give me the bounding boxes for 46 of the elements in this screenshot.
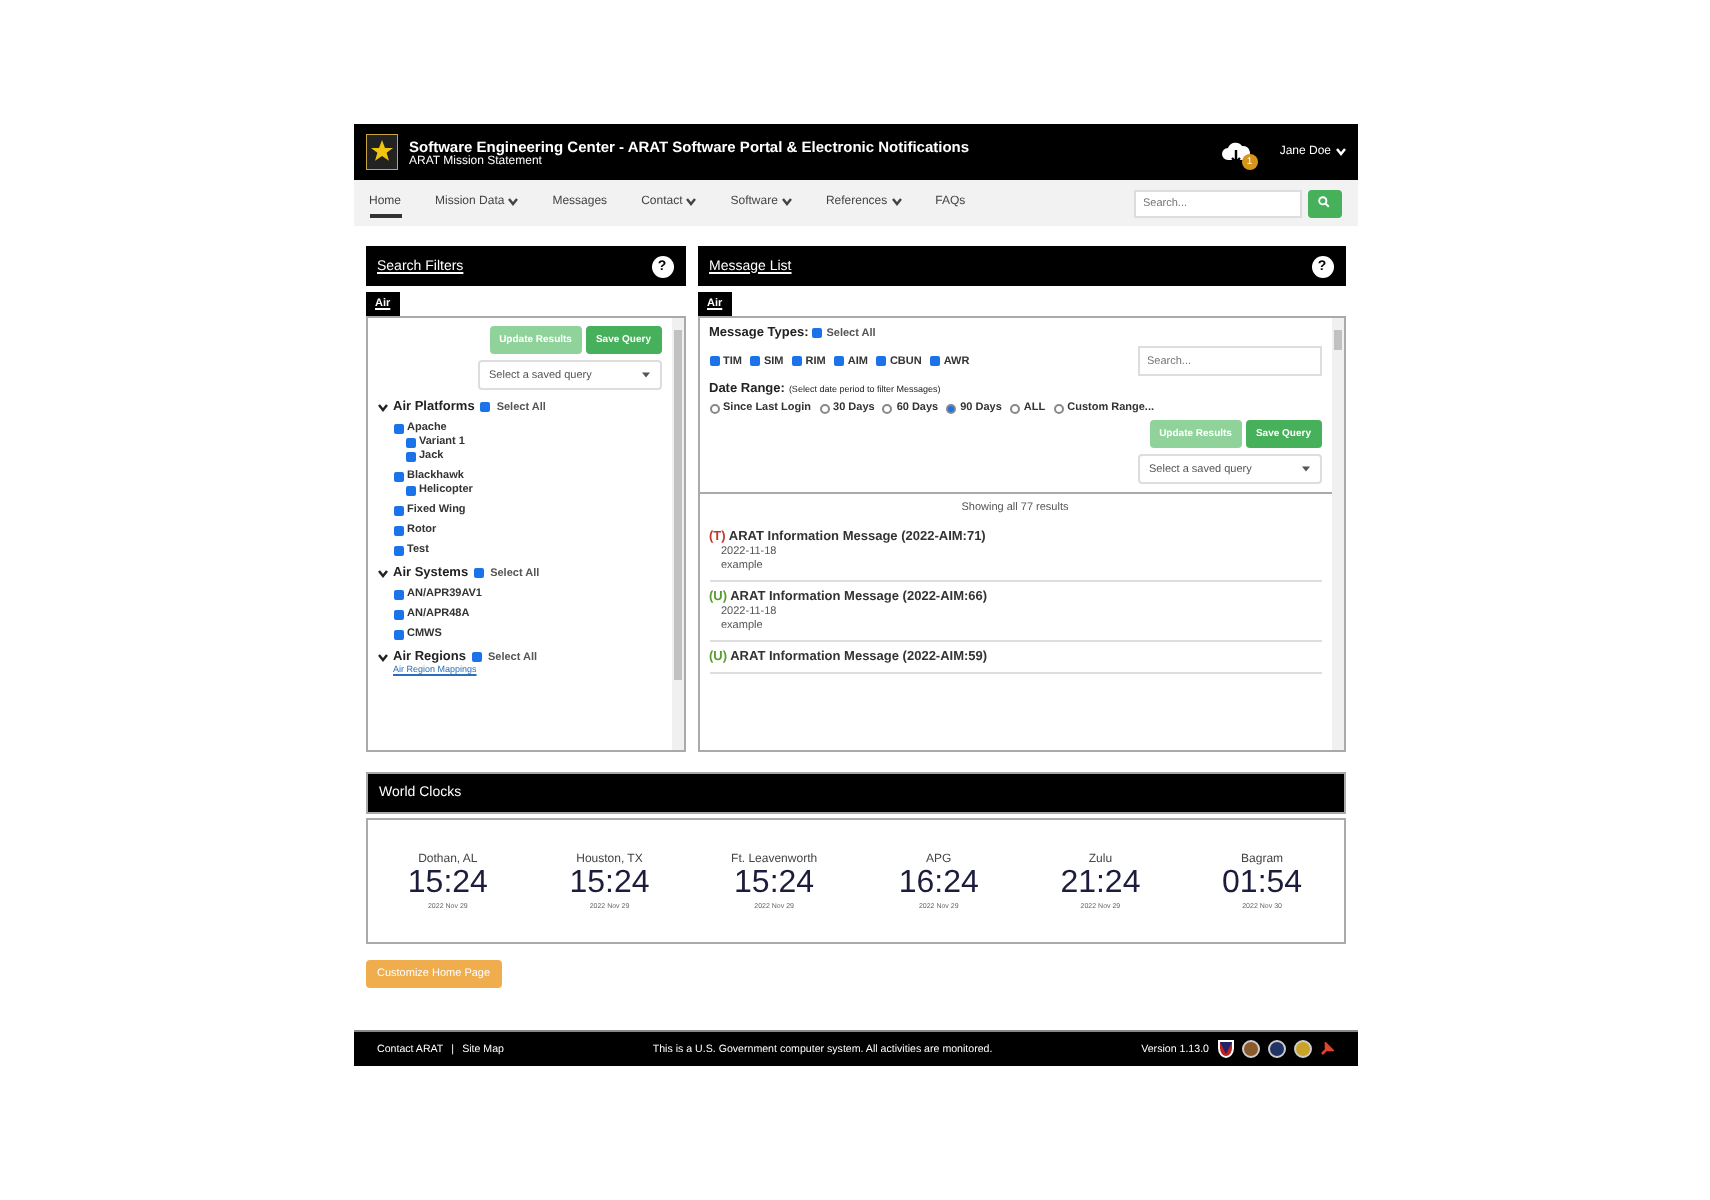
checkbox[interactable]: [480, 402, 491, 412]
radio-button[interactable]: [882, 403, 893, 413]
checkbox[interactable]: [709, 356, 719, 366]
caret-icon: [377, 653, 387, 661]
checkbox[interactable]: [405, 437, 415, 447]
radio-button[interactable]: [819, 403, 830, 413]
checkbox[interactable]: [875, 356, 886, 366]
shield-icon: [1217, 1040, 1233, 1058]
checkbox[interactable]: [791, 356, 802, 366]
checkbox[interactable]: [405, 485, 415, 495]
scrollbar[interactable]: [671, 318, 683, 750]
scrollbar[interactable]: [1331, 318, 1343, 750]
checkbox[interactable]: [749, 356, 760, 366]
radio-button[interactable]: [709, 403, 719, 413]
search-button[interactable]: [1307, 189, 1341, 217]
caret-icon: [1335, 148, 1345, 156]
checkbox[interactable]: [393, 609, 403, 619]
search-icon: [1318, 195, 1330, 207]
checkbox[interactable]: [393, 629, 403, 639]
clock-time: 01:54: [1222, 865, 1303, 901]
caret-icon: [1301, 466, 1309, 472]
radio-button[interactable]: [1009, 403, 1020, 413]
checkbox[interactable]: [393, 505, 403, 515]
caret-icon: [641, 372, 649, 378]
checkbox[interactable]: [393, 525, 403, 535]
checkbox[interactable]: [393, 589, 403, 599]
clock-time: 15:24: [734, 865, 815, 901]
pin-icon: [1319, 1042, 1333, 1056]
caret-icon: [377, 403, 387, 411]
radio-button[interactable]: [946, 403, 957, 413]
clock-time: 15:24: [407, 865, 488, 901]
clock-time: 15:24: [569, 865, 650, 901]
checkbox[interactable]: [471, 652, 482, 662]
checkbox[interactable]: [929, 356, 940, 366]
checkbox[interactable]: [405, 451, 415, 461]
checkbox[interactable]: [474, 568, 485, 578]
checkbox[interactable]: [812, 328, 823, 338]
checkbox[interactable]: [393, 471, 403, 481]
checkbox[interactable]: [393, 423, 403, 433]
checkbox[interactable]: [393, 545, 403, 555]
star-logo-icon: [365, 134, 397, 170]
checkbox[interactable]: [833, 356, 844, 366]
clock-time: 21:24: [1060, 865, 1141, 901]
clock-time: 16:24: [898, 865, 979, 901]
caret-icon: [377, 569, 387, 577]
radio-button[interactable]: [1053, 403, 1064, 413]
